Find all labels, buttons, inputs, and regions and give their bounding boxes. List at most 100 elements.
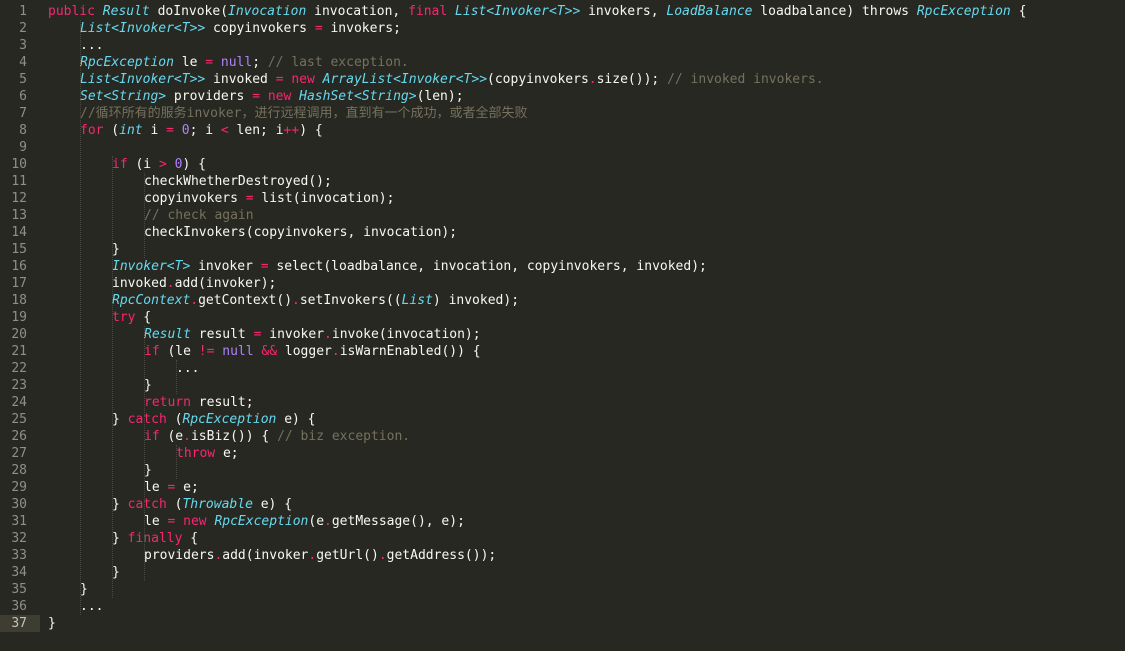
- code-token: if: [144, 344, 160, 359]
- code-token: copyinvokers: [205, 21, 315, 36]
- code-line[interactable]: }: [80, 581, 88, 598]
- code-token: providers: [166, 89, 253, 104]
- code-line[interactable]: checkWhetherDestroyed();: [144, 173, 332, 190]
- code-line[interactable]: Result result = invoker.invoke(invocatio…: [144, 326, 481, 343]
- code-token: // last exception.: [267, 55, 409, 70]
- code-line[interactable]: public Result doInvoke(Invocation invoca…: [48, 3, 1026, 20]
- code-text-area[interactable]: public Result doInvoke(Invocation invoca…: [48, 0, 1125, 651]
- code-line[interactable]: if (i > 0) {: [112, 156, 206, 173]
- code-token: getAddress());: [386, 548, 497, 563]
- code-line[interactable]: copyinvokers = list(invocation);: [144, 190, 394, 207]
- code-token: .: [588, 72, 597, 87]
- code-line[interactable]: Set<String> providers = new HashSet<Stri…: [80, 88, 464, 105]
- code-token: =: [166, 123, 174, 138]
- code-line[interactable]: }: [144, 462, 152, 479]
- code-token: =: [260, 259, 269, 274]
- code-line[interactable]: invoked.add(invoker);: [112, 275, 276, 292]
- code-token: ; i: [189, 123, 221, 138]
- line-number: 27: [11, 446, 27, 461]
- line-number: 30: [11, 497, 27, 512]
- code-token: invocation,: [306, 4, 409, 19]
- code-line[interactable]: providers.add(invoker.getUrl().getAddres…: [144, 547, 496, 564]
- code-token: !=: [198, 344, 215, 359]
- code-token: =: [205, 55, 214, 70]
- code-line[interactable]: le = e;: [144, 479, 199, 496]
- code-token: Result: [144, 327, 191, 342]
- line-number: 2: [19, 21, 27, 36]
- code-token: list(invocation);: [253, 191, 395, 206]
- code-token: .: [190, 293, 199, 308]
- code-line[interactable]: List<Invoker<T>> invoked = new ArrayList…: [80, 71, 824, 88]
- code-line[interactable]: ...: [176, 360, 199, 377]
- code-token: //循环所有的服务invoker，进行远程调用，直到有一个成功，或者全部失败: [80, 106, 528, 121]
- code-token: providers: [144, 548, 215, 563]
- code-token: }: [144, 463, 152, 478]
- line-number: 22: [11, 361, 27, 376]
- code-line[interactable]: ...: [80, 37, 103, 54]
- code-line[interactable]: Invoker<T> invoker = select(loadbalance,…: [112, 258, 707, 275]
- code-token: try: [112, 310, 136, 325]
- code-token: (: [166, 412, 183, 427]
- code-token: logger: [277, 344, 332, 359]
- line-number: 8: [19, 123, 27, 138]
- code-line[interactable]: }: [112, 564, 120, 581]
- code-token: ++: [283, 123, 300, 138]
- code-token: Set<String>: [80, 89, 167, 104]
- code-token: isBiz()) {: [190, 429, 278, 444]
- code-line[interactable]: }: [112, 241, 120, 258]
- code-line[interactable]: for (int i = 0; i < len; i++) {: [80, 122, 323, 139]
- code-token: ArrayList<Invoker<T>>: [322, 72, 488, 87]
- line-number: 6: [19, 89, 27, 104]
- code-line[interactable]: return result;: [144, 394, 254, 411]
- code-token: if: [112, 157, 128, 172]
- code-line[interactable]: }: [144, 377, 152, 394]
- code-token: if: [144, 429, 160, 444]
- code-line[interactable]: }: [48, 615, 56, 632]
- code-editor[interactable]: 1 2 3 4 5 6 7 8 9 10 11 12 13 14 15 16 17 18 19 20 21 22 23 24 2…: [0, 0, 1125, 651]
- code-line[interactable]: try {: [112, 309, 151, 326]
- code-token: doInvoke(: [149, 4, 229, 19]
- code-token: null: [222, 344, 254, 359]
- code-line[interactable]: //循环所有的服务invoker，进行远程调用，直到有一个成功，或者全部失败: [80, 105, 527, 122]
- code-line[interactable]: if (e.isBiz()) { // biz exception.: [144, 428, 410, 445]
- code-token: invokers,: [580, 4, 667, 19]
- code-token: =: [252, 89, 261, 104]
- code-token: (e: [159, 429, 184, 444]
- code-token: getContext(): [198, 293, 293, 308]
- indent-guide: [112, 156, 113, 598]
- code-token: ...: [80, 599, 104, 614]
- code-token: Result: [102, 4, 150, 19]
- code-line[interactable]: } finally {: [112, 530, 198, 547]
- line-number: 5: [19, 72, 27, 87]
- code-line[interactable]: RpcException le = null; // last exceptio…: [80, 54, 409, 71]
- code-line[interactable]: RpcContext.getContext().setInvokers((Lis…: [112, 292, 519, 309]
- code-token: =: [314, 21, 323, 36]
- code-token: List<Invoker<T>>: [455, 4, 581, 19]
- code-token: (le: [159, 344, 199, 359]
- code-line[interactable]: // check again: [144, 207, 254, 224]
- code-token: loadbalance): [752, 4, 863, 19]
- code-token: new: [291, 72, 315, 87]
- code-line[interactable]: } catch (Throwable e) {: [112, 496, 292, 513]
- code-token: i: [142, 123, 167, 138]
- line-number: 16: [11, 259, 27, 274]
- code-line[interactable]: checkInvokers(copyinvokers, invocation);: [144, 224, 457, 241]
- code-token: .: [292, 293, 300, 308]
- code-line[interactable]: ...: [80, 598, 103, 615]
- code-line[interactable]: } catch (RpcException e) {: [112, 411, 316, 428]
- code-line[interactable]: le = new RpcException(e.getMessage(), e)…: [144, 513, 465, 530]
- code-line[interactable]: List<Invoker<T>> copyinvokers = invokers…: [80, 20, 401, 37]
- code-token: &&: [261, 344, 278, 359]
- code-token: List: [401, 293, 433, 308]
- code-token: // check again: [144, 208, 254, 223]
- line-number: 31: [11, 514, 27, 529]
- code-token: invoked: [112, 276, 167, 291]
- code-token: invokers;: [322, 21, 401, 36]
- code-line[interactable]: if (le != null && logger.isWarnEnabled()…: [144, 343, 481, 360]
- line-number: 32: [11, 531, 27, 546]
- code-line[interactable]: throw e;: [176, 445, 239, 462]
